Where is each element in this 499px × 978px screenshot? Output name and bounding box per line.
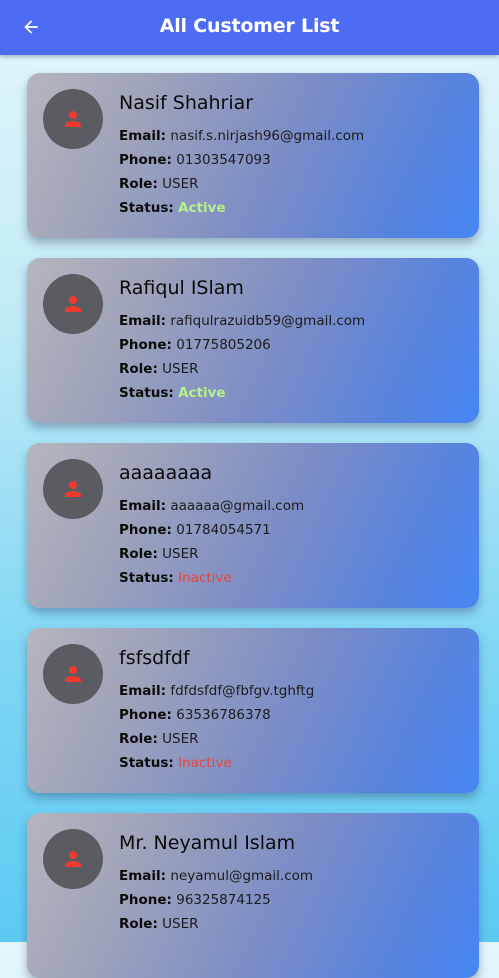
phone-value: 01784054571 xyxy=(176,522,271,538)
role-row: Role: USER xyxy=(119,731,199,747)
status-label: Status: xyxy=(119,755,174,771)
status-label: Status: xyxy=(119,385,174,401)
customer-card[interactable]: Nasif Shahriar Email: nasif.s.nirjash96@… xyxy=(27,73,479,238)
role-row: Role: USER xyxy=(119,361,199,377)
phone-label: Phone: xyxy=(119,152,172,168)
person-icon xyxy=(65,296,81,312)
status-badge: Inactive xyxy=(178,755,232,771)
status-badge: Inactive xyxy=(178,570,232,586)
email-value: neyamul@gmail.com xyxy=(170,868,314,884)
role-value: USER xyxy=(162,361,199,377)
role-label: Role: xyxy=(119,731,158,747)
email-value: fdfdsfdf@fbfgv.tghftg xyxy=(170,683,315,699)
role-value: USER xyxy=(162,731,199,747)
status-row: Status: Active xyxy=(119,385,226,401)
email-value: aaaaaa@gmail.com xyxy=(170,498,305,514)
avatar xyxy=(43,89,103,149)
role-row: Role: USER xyxy=(119,916,199,932)
phone-value: 96325874125 xyxy=(176,892,271,908)
phone-value: 01775805206 xyxy=(176,337,271,353)
avatar xyxy=(43,274,103,334)
customer-name: Nasif Shahriar xyxy=(119,92,254,114)
role-row: Role: USER xyxy=(119,546,199,562)
role-value: USER xyxy=(162,546,199,562)
email-row: Email: aaaaaa@gmail.com xyxy=(119,498,304,514)
phone-label: Phone: xyxy=(119,707,172,723)
email-row: Email: fdfdsfdf@fbfgv.tghftg xyxy=(119,683,314,699)
phone-row: Phone: 01303547093 xyxy=(119,152,271,168)
email-label: Email: xyxy=(119,683,167,699)
role-label: Role: xyxy=(119,176,158,192)
phone-label: Phone: xyxy=(119,522,172,538)
email-label: Email: xyxy=(119,313,167,329)
person-icon xyxy=(65,111,81,127)
email-label: Email: xyxy=(119,868,167,884)
role-value: USER xyxy=(162,916,199,932)
phone-value: 01303547093 xyxy=(176,152,271,168)
status-badge: Active xyxy=(178,200,226,216)
role-label: Role: xyxy=(119,546,158,562)
status-label: Status: xyxy=(119,570,174,586)
status-row: Status: Active xyxy=(119,200,226,216)
customer-name: Rafiqul ISlam xyxy=(119,277,244,299)
email-label: Email: xyxy=(119,128,167,144)
customer-card[interactable]: aaaaaaaa Email: aaaaaa@gmail.com Phone: … xyxy=(27,443,479,608)
status-badge: Active xyxy=(178,385,226,401)
email-label: Email: xyxy=(119,498,167,514)
role-label: Role: xyxy=(119,916,158,932)
customer-card[interactable]: Rafiqul ISlam Email: rafiqulrazuidb59@gm… xyxy=(27,258,479,423)
phone-label: Phone: xyxy=(119,337,172,353)
avatar xyxy=(43,644,103,704)
status-label: Status: xyxy=(119,200,174,216)
email-row: Email: neyamul@gmail.com xyxy=(119,868,313,884)
email-row: Email: rafiqulrazuidb59@gmail.com xyxy=(119,313,365,329)
app-bar: All Customer List xyxy=(0,0,499,55)
status-row: Status: Inactive xyxy=(119,755,232,771)
phone-row: Phone: 01784054571 xyxy=(119,522,271,538)
customer-card[interactable]: fsfsdfdf Email: fdfdsfdf@fbfgv.tghftg Ph… xyxy=(27,628,479,793)
page-title: All Customer List xyxy=(159,15,340,37)
role-value: USER xyxy=(162,176,199,192)
person-icon xyxy=(65,851,81,867)
status-row: Status: Inactive xyxy=(119,570,232,586)
customer-name: Mr. Neyamul Islam xyxy=(119,832,296,854)
phone-value: 63536786378 xyxy=(176,707,271,723)
phone-row: Phone: 96325874125 xyxy=(119,892,271,908)
email-row: Email: nasif.s.nirjash96@gmail.com xyxy=(119,128,364,144)
phone-label: Phone: xyxy=(119,892,172,908)
person-icon xyxy=(65,666,81,682)
customer-name: aaaaaaaa xyxy=(119,462,213,484)
phone-row: Phone: 63536786378 xyxy=(119,707,271,723)
customer-name: fsfsdfdf xyxy=(119,647,190,669)
email-value: nasif.s.nirjash96@gmail.com xyxy=(170,128,365,144)
avatar xyxy=(43,829,103,889)
role-row: Role: USER xyxy=(119,176,199,192)
role-label: Role: xyxy=(119,361,158,377)
phone-row: Phone: 01775805206 xyxy=(119,337,271,353)
customer-card[interactable]: Mr. Neyamul Islam Email: neyamul@gmail.c… xyxy=(27,813,479,978)
email-value: rafiqulrazuidb59@gmail.com xyxy=(170,313,366,329)
avatar xyxy=(43,459,103,519)
person-icon xyxy=(65,481,81,497)
